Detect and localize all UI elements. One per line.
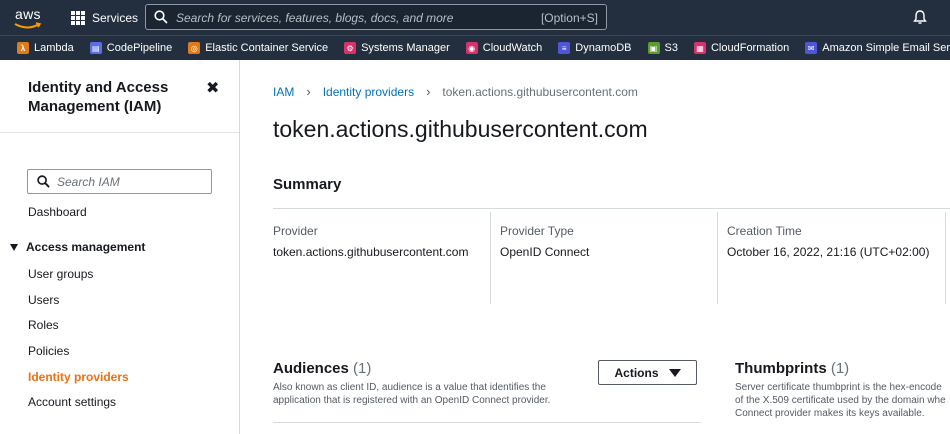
sidebar-item-policies[interactable]: Policies bbox=[28, 344, 69, 358]
search-icon bbox=[37, 175, 50, 188]
aws-logo-text: aws bbox=[15, 6, 41, 22]
favorite-label: CloudWatch bbox=[482, 42, 543, 54]
audiences-description: Also known as client ID, audience is a v… bbox=[273, 382, 551, 406]
sidebar-item-identity-providers[interactable]: Identity providers bbox=[28, 370, 129, 384]
chevron-right-icon: › bbox=[426, 84, 431, 99]
thumbprints-title: Thumbprints bbox=[735, 360, 827, 377]
favorite-codepipeline[interactable]: ▤ CodePipeline bbox=[89, 42, 173, 54]
breadcrumb-identity-providers-link[interactable]: Identity providers bbox=[323, 85, 414, 99]
favorite-s3[interactable]: ▣ S3 bbox=[647, 42, 678, 54]
search-placeholder: Search for services, features, blogs, do… bbox=[176, 11, 454, 25]
service-icon: ◎ bbox=[188, 42, 201, 54]
close-sidebar-icon[interactable]: ✖ bbox=[206, 78, 219, 98]
column-divider bbox=[717, 212, 718, 304]
services-menu-button[interactable]: Services bbox=[71, 9, 138, 27]
services-label: Services bbox=[92, 11, 139, 25]
favorite-label: Elastic Container Service bbox=[205, 42, 329, 54]
top-navigation-bar: aws Services Search for services, featur… bbox=[0, 0, 950, 35]
audiences-heading: Audiences (1) bbox=[273, 360, 371, 377]
audiences-count: (1) bbox=[353, 360, 372, 377]
favorite-label: CloudFormation bbox=[710, 42, 790, 54]
summary-field-creation-time: Creation Time October 16, 2022, 21:16 (U… bbox=[727, 212, 929, 304]
service-icon: ✉ bbox=[805, 42, 818, 54]
breadcrumb-current: token.actions.githubusercontent.com bbox=[442, 84, 638, 99]
actions-dropdown-button[interactable]: Actions bbox=[598, 360, 697, 385]
sidebar-item-roles[interactable]: Roles bbox=[28, 318, 59, 332]
thumbprints-description-line: Server certificate thumbprint is the hex… bbox=[735, 382, 942, 393]
favorite-label: DynamoDB bbox=[575, 42, 632, 54]
thumbprints-heading: Thumbprints (1) bbox=[735, 360, 849, 377]
favorite-label: Systems Manager bbox=[361, 42, 450, 54]
favorite-label: CodePipeline bbox=[106, 42, 173, 54]
sidebar-item-user-groups[interactable]: User groups bbox=[28, 267, 93, 281]
sidebar-divider bbox=[0, 132, 239, 133]
service-icon: ▣ bbox=[647, 42, 660, 54]
audiences-title: Audiences bbox=[273, 360, 349, 377]
service-icon: ▤ bbox=[89, 42, 102, 54]
field-label: Provider bbox=[273, 224, 318, 238]
field-label: Provider Type bbox=[500, 224, 574, 238]
services-grid-icon bbox=[71, 11, 85, 25]
thumbprints-description-line: of the X.509 certificate used by the dom… bbox=[735, 395, 946, 406]
field-value: OpenID Connect bbox=[500, 245, 590, 259]
favorite-label: Amazon Simple Email Service bbox=[822, 42, 950, 54]
caret-down-icon bbox=[668, 368, 681, 377]
sidebar-title: Identity and Access Management (IAM) bbox=[28, 79, 169, 115]
page-title: token.actions.githubusercontent.com bbox=[273, 116, 648, 142]
favorites-bar: λ Lambda ▤ CodePipeline ◎ Elastic Container S… bbox=[0, 35, 950, 60]
search-shortcut-hint: [Option+S] bbox=[540, 11, 598, 25]
sidebar-search-placeholder: Search IAM bbox=[57, 175, 120, 189]
summary-divider bbox=[273, 208, 950, 209]
service-icon: ◉ bbox=[465, 42, 478, 54]
summary-field-provider-type: Provider Type OpenID Connect bbox=[500, 212, 589, 304]
search-icon bbox=[154, 10, 168, 24]
service-icon: ≡ bbox=[558, 42, 571, 54]
audiences-divider bbox=[273, 422, 701, 423]
favorite-systems-manager[interactable]: ⚙ Systems Manager bbox=[344, 42, 450, 54]
main-content: IAM › Identity providers › token.actions… bbox=[241, 60, 950, 434]
sidebar-search-input[interactable]: Search IAM bbox=[27, 169, 212, 194]
field-value: token.actions.githubusercontent.com bbox=[273, 245, 469, 259]
sidebar: Identity and Access Management (IAM) ✖ S… bbox=[0, 60, 240, 434]
service-icon: ⚙ bbox=[344, 42, 357, 54]
sidebar-item-users[interactable]: Users bbox=[28, 293, 59, 307]
field-value: October 16, 2022, 21:16 (UTC+02:00) bbox=[727, 245, 930, 259]
thumbprints-count: (1) bbox=[830, 360, 850, 377]
summary-heading: Summary bbox=[273, 176, 342, 193]
column-divider bbox=[490, 212, 491, 304]
actions-label: Actions bbox=[614, 365, 659, 380]
sidebar-section-access-management[interactable]: Access management bbox=[10, 240, 145, 254]
favorite-cloudformation[interactable]: ▦ CloudFormation bbox=[693, 42, 790, 54]
favorite-label: Lambda bbox=[34, 42, 74, 54]
favorite-label: S3 bbox=[664, 42, 678, 54]
sidebar-item-account-settings[interactable]: Account settings bbox=[28, 395, 116, 409]
global-search-input[interactable]: Search for services, features, blogs, do… bbox=[145, 4, 607, 30]
caret-down-icon bbox=[10, 243, 18, 251]
field-label: Creation Time bbox=[727, 224, 802, 238]
breadcrumb-iam-link[interactable]: IAM bbox=[273, 85, 294, 99]
notifications-bell-icon[interactable] bbox=[912, 9, 928, 25]
favorite-amazon-simple-email-service[interactable]: ✉ Amazon Simple Email Service bbox=[805, 42, 950, 54]
thumbprints-description-line: Connect provider makes its keys availabl… bbox=[735, 408, 925, 419]
favorite-elastic-container-service[interactable]: ◎ Elastic Container Service bbox=[188, 42, 328, 54]
sidebar-item-dashboard[interactable]: Dashboard bbox=[28, 205, 87, 219]
aws-smile-icon bbox=[14, 22, 42, 29]
sidebar-section-label: Access management bbox=[26, 240, 146, 254]
summary-field-provider: Provider token.actions.githubusercontent… bbox=[273, 212, 468, 304]
thumbprints-description: Server certificate thumbprint is the hex… bbox=[735, 381, 950, 420]
favorite-cloudwatch[interactable]: ◉ CloudWatch bbox=[465, 42, 543, 54]
service-icon: ▦ bbox=[693, 42, 706, 54]
breadcrumb: IAM › Identity providers › token.actions… bbox=[273, 84, 638, 99]
service-icon: λ bbox=[17, 42, 29, 54]
aws-logo[interactable]: aws bbox=[14, 6, 44, 30]
column-divider bbox=[945, 212, 946, 304]
favorite-lambda[interactable]: λ Lambda bbox=[17, 42, 74, 54]
chevron-right-icon: › bbox=[306, 84, 311, 99]
favorite-dynamodb[interactable]: ≡ DynamoDB bbox=[558, 42, 632, 54]
